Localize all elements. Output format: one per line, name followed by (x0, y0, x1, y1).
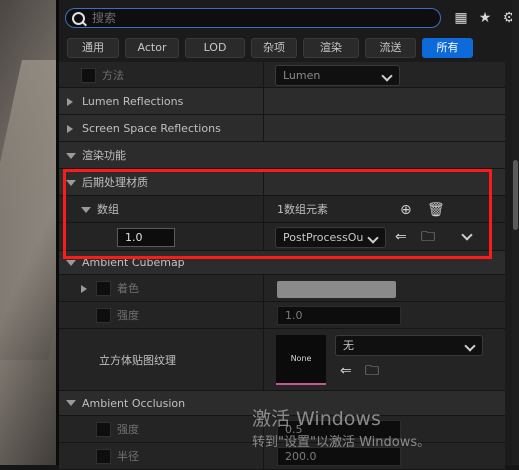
filter-streaming[interactable]: 流送 (365, 38, 416, 58)
collapse-arrow-icon[interactable] (66, 260, 76, 266)
ao-radius-checkbox[interactable] (96, 449, 111, 464)
lumen-reflections-header[interactable]: Lumen Reflections (59, 88, 505, 115)
filter-all[interactable]: 所有 (422, 38, 473, 58)
table-view-icon[interactable]: ▦ (453, 10, 469, 26)
ambient-occlusion-label: Ambient Occlusion (82, 397, 186, 410)
search-input[interactable]: 搜索 (92, 10, 116, 27)
filter-general[interactable]: 通用 (67, 38, 119, 58)
ao-intensity-checkbox[interactable] (96, 422, 111, 437)
rendering-features-header[interactable]: 渲染功能 (59, 142, 505, 169)
tint-label: 着色 (117, 282, 139, 295)
ao-intensity-label: 强度 (117, 423, 139, 436)
intensity-input[interactable]: 1.0 (277, 306, 401, 325)
ssr-header[interactable]: Screen Space Reflections (59, 115, 505, 142)
lumen-reflections-label: Lumen Reflections (82, 95, 184, 108)
scrollbar-thumb[interactable] (513, 160, 518, 230)
cubemap-thumbnail[interactable]: None (276, 335, 326, 385)
collapse-arrow-icon[interactable] (66, 400, 76, 406)
intensity-row: 强度 1.0 (59, 302, 505, 329)
highlight-box (63, 169, 492, 259)
tint-checkbox[interactable] (96, 281, 111, 296)
method-row: 方法 Lumen (59, 62, 505, 88)
activation-watermark-title: 激活 Windows (252, 408, 381, 430)
expand-arrow-icon[interactable] (81, 285, 87, 293)
viewport-background (0, 0, 56, 465)
collapse-arrow-icon[interactable] (66, 153, 76, 159)
filter-rendering[interactable]: 渲染 (303, 38, 359, 58)
tint-row: 着色 (59, 275, 505, 302)
filter-lod[interactable]: LOD (185, 38, 245, 58)
chevron-down-icon (464, 340, 476, 352)
intensity-checkbox[interactable] (96, 308, 111, 323)
expand-arrow-icon[interactable] (67, 98, 73, 106)
search-icon (72, 12, 85, 25)
cubemap-texture-row: 立方体贴图纹理 None 无 ⇐ 🗀 (59, 329, 505, 391)
method-label: 方法 (102, 69, 124, 82)
rendering-features-label: 渲染功能 (82, 149, 126, 162)
filter-actor[interactable]: Actor (125, 38, 179, 58)
expand-arrow-icon[interactable] (67, 125, 73, 133)
cubemap-value: 无 (343, 339, 354, 352)
ssr-label: Screen Space Reflections (82, 122, 221, 135)
chevron-down-icon (381, 70, 393, 82)
activation-watermark-subtitle: 转到"设置"以激活 Windows。 (252, 435, 431, 450)
tint-color-swatch[interactable] (277, 281, 396, 298)
vertical-scrollbar[interactable] (512, 0, 519, 465)
method-dropdown[interactable]: Lumen (275, 65, 400, 86)
intensity-label: 强度 (117, 309, 139, 322)
browse-folder-icon[interactable]: 🗀 (365, 363, 379, 379)
ao-radius-label: 半径 (117, 450, 139, 463)
method-value: Lumen (283, 69, 321, 82)
star-icon[interactable]: ★ (477, 10, 493, 26)
search-box[interactable]: 搜索 (65, 8, 441, 28)
cubemap-dropdown[interactable]: 无 (335, 335, 483, 356)
cubemap-texture-label: 立方体贴图纹理 (99, 354, 176, 367)
method-checkbox[interactable] (81, 68, 96, 83)
filter-misc[interactable]: 杂项 (251, 38, 297, 58)
browse-arrow-icon[interactable]: ⇐ (340, 363, 352, 379)
